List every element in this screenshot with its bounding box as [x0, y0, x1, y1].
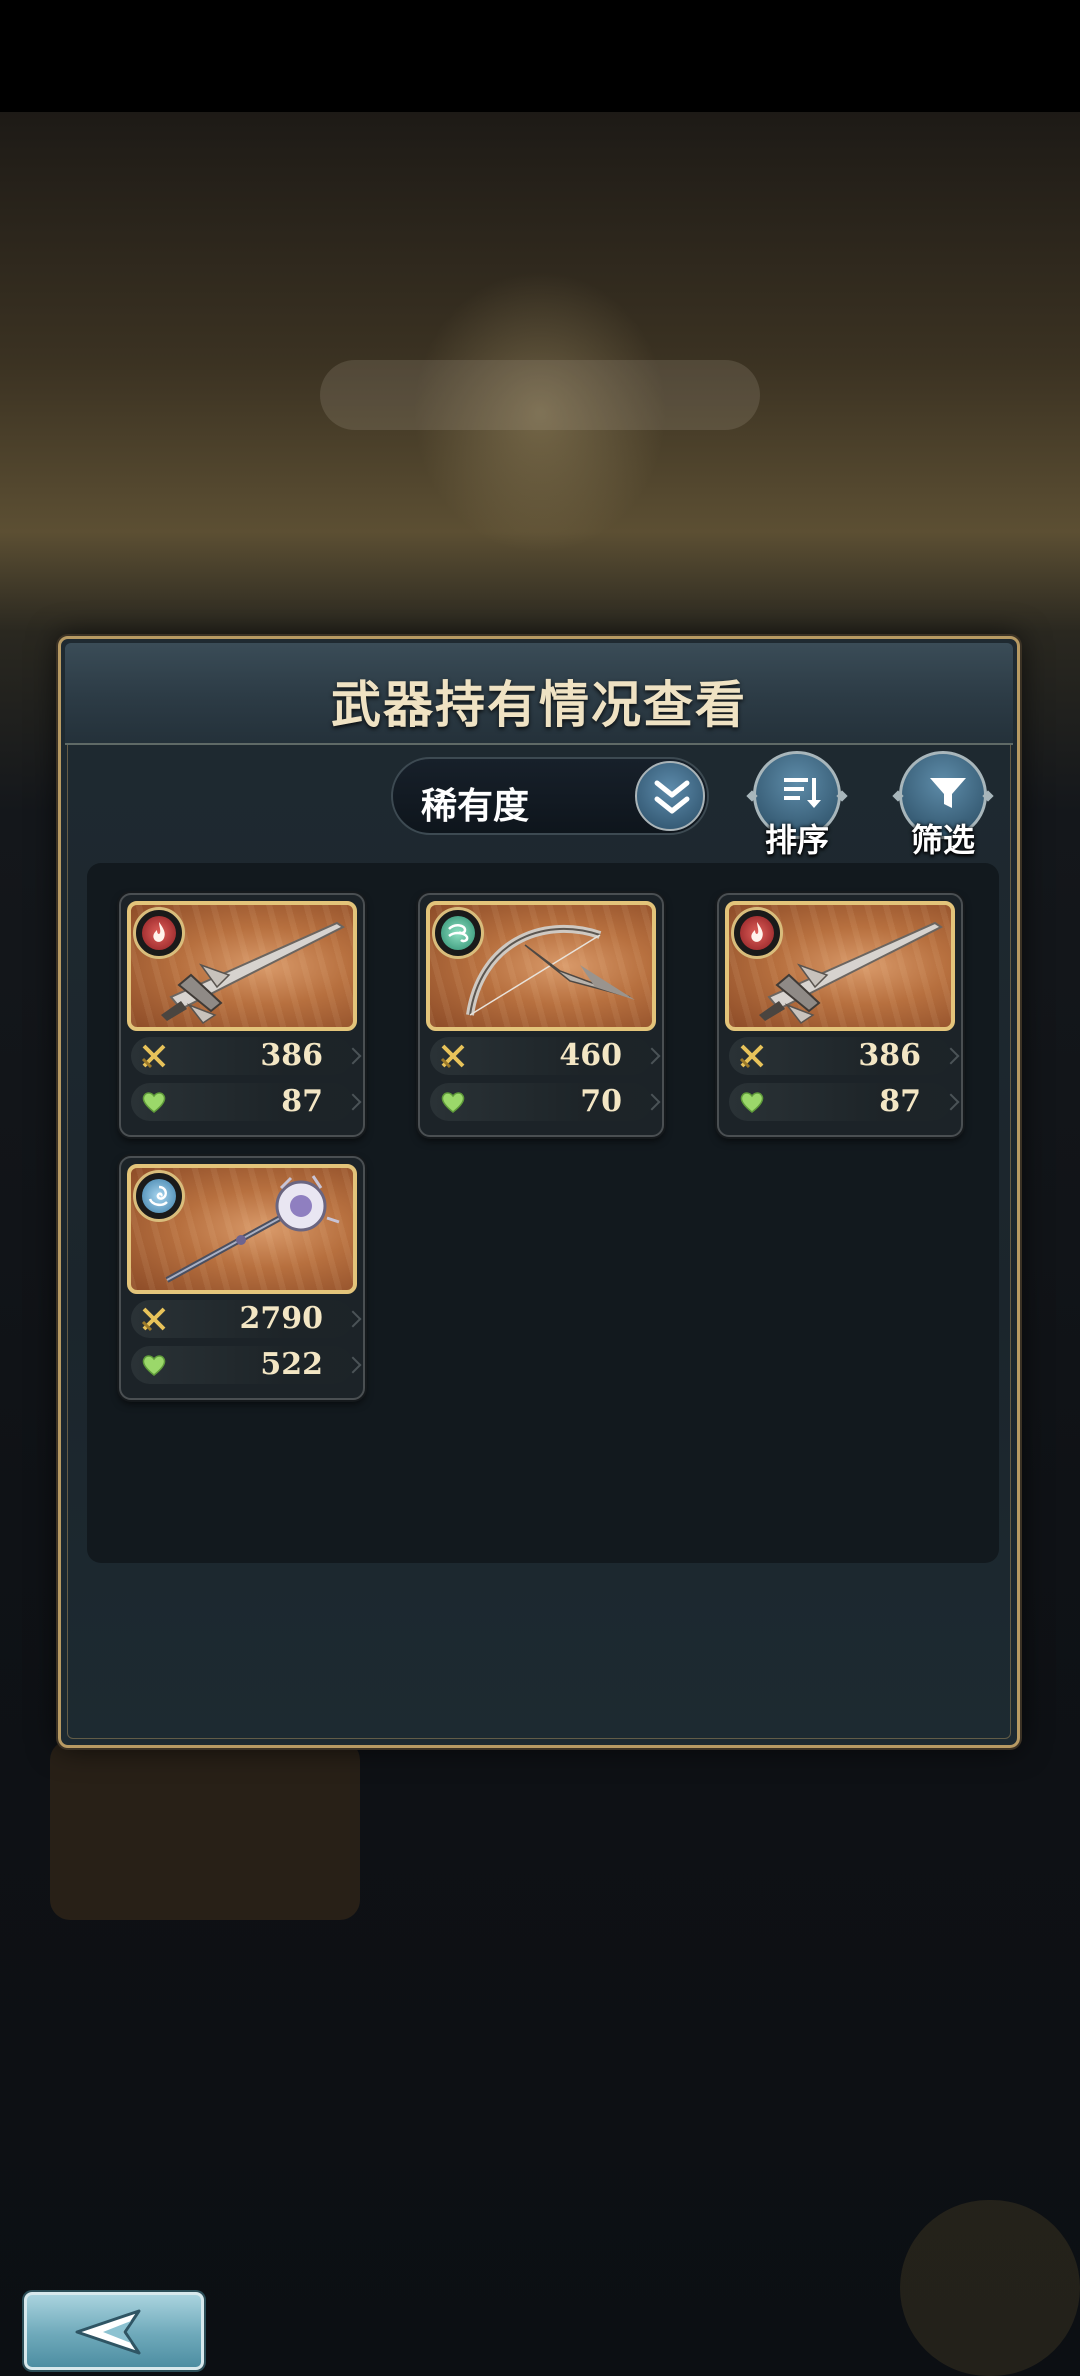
back-arrow-icon [75, 2309, 141, 2355]
background-blur-shape [900, 2200, 1080, 2376]
attack-stat: 460 [430, 1037, 652, 1075]
weapon-grid: 386 87 460 70 386 87 2790 522 [87, 863, 999, 1563]
fire-element-badge [133, 907, 185, 959]
weapon-art [127, 901, 357, 1031]
weapon-art [426, 901, 656, 1031]
back-button[interactable] [24, 2292, 204, 2370]
hp-stat: 522 [131, 1346, 353, 1384]
filter-button-label: 筛选 [910, 821, 975, 859]
crossed-swords-icon [440, 1044, 465, 1069]
weapon-card[interactable]: 460 70 [418, 893, 664, 1137]
sort-criteria-value: 稀有度 [421, 786, 530, 827]
double-chevron-down-icon[interactable] [635, 761, 705, 831]
weapon-card[interactable]: 386 87 [717, 893, 963, 1137]
fire-element-badge [731, 907, 783, 959]
flame-icon [751, 922, 763, 942]
flame-icon [153, 922, 165, 942]
attack-value: 2790 [239, 1301, 324, 1336]
hp-value: 87 [879, 1084, 921, 1119]
weapon-art [127, 1164, 357, 1294]
hp-stat: 87 [131, 1083, 353, 1121]
heart-icon [740, 1092, 764, 1113]
heart-icon [142, 1092, 166, 1113]
attack-value: 460 [559, 1038, 622, 1073]
funnel-icon [930, 778, 966, 808]
hp-value: 87 [281, 1084, 323, 1119]
attack-stat: 386 [131, 1037, 353, 1075]
water-swirl-icon [148, 1185, 168, 1207]
sort-criteria-select[interactable]: 稀有度 [391, 757, 709, 835]
dialog-title: 武器持有情况查看 [331, 675, 747, 734]
heart-icon [441, 1092, 465, 1113]
background-blur-shape [50, 1740, 360, 1920]
heart-icon [142, 1355, 166, 1376]
hp-value: 522 [260, 1347, 323, 1382]
weapon-ownership-dialog: 武器持有情况查看 稀有度 排序 筛选 386 87 460 70 386 87 … [58, 636, 1020, 1748]
water-element-badge [133, 1170, 185, 1222]
filter-button[interactable]: 筛选 [893, 751, 993, 861]
attack-value: 386 [858, 1038, 921, 1073]
crossed-swords-icon [739, 1044, 764, 1069]
weapon-card[interactable]: 386 87 [119, 893, 365, 1137]
attack-value: 386 [260, 1038, 323, 1073]
dialog-header: 武器持有情况查看 [65, 643, 1013, 745]
weapon-card[interactable]: 2790 522 [119, 1156, 365, 1400]
sort-lines-icon [784, 778, 821, 808]
crossed-swords-icon [141, 1307, 166, 1332]
hp-stat: 87 [729, 1083, 951, 1121]
attack-stat: 2790 [131, 1300, 353, 1338]
wind-icon [448, 924, 469, 943]
weapon-art [725, 901, 955, 1031]
hp-value: 70 [580, 1084, 622, 1119]
status-bar [0, 0, 1080, 112]
wind-element-badge [432, 907, 484, 959]
sort-button-label: 排序 [764, 821, 829, 859]
attack-stat: 386 [729, 1037, 951, 1075]
crossed-swords-icon [141, 1044, 166, 1069]
sort-button[interactable]: 排序 [747, 751, 847, 861]
background-blur-shape [320, 360, 760, 430]
hp-stat: 70 [430, 1083, 652, 1121]
